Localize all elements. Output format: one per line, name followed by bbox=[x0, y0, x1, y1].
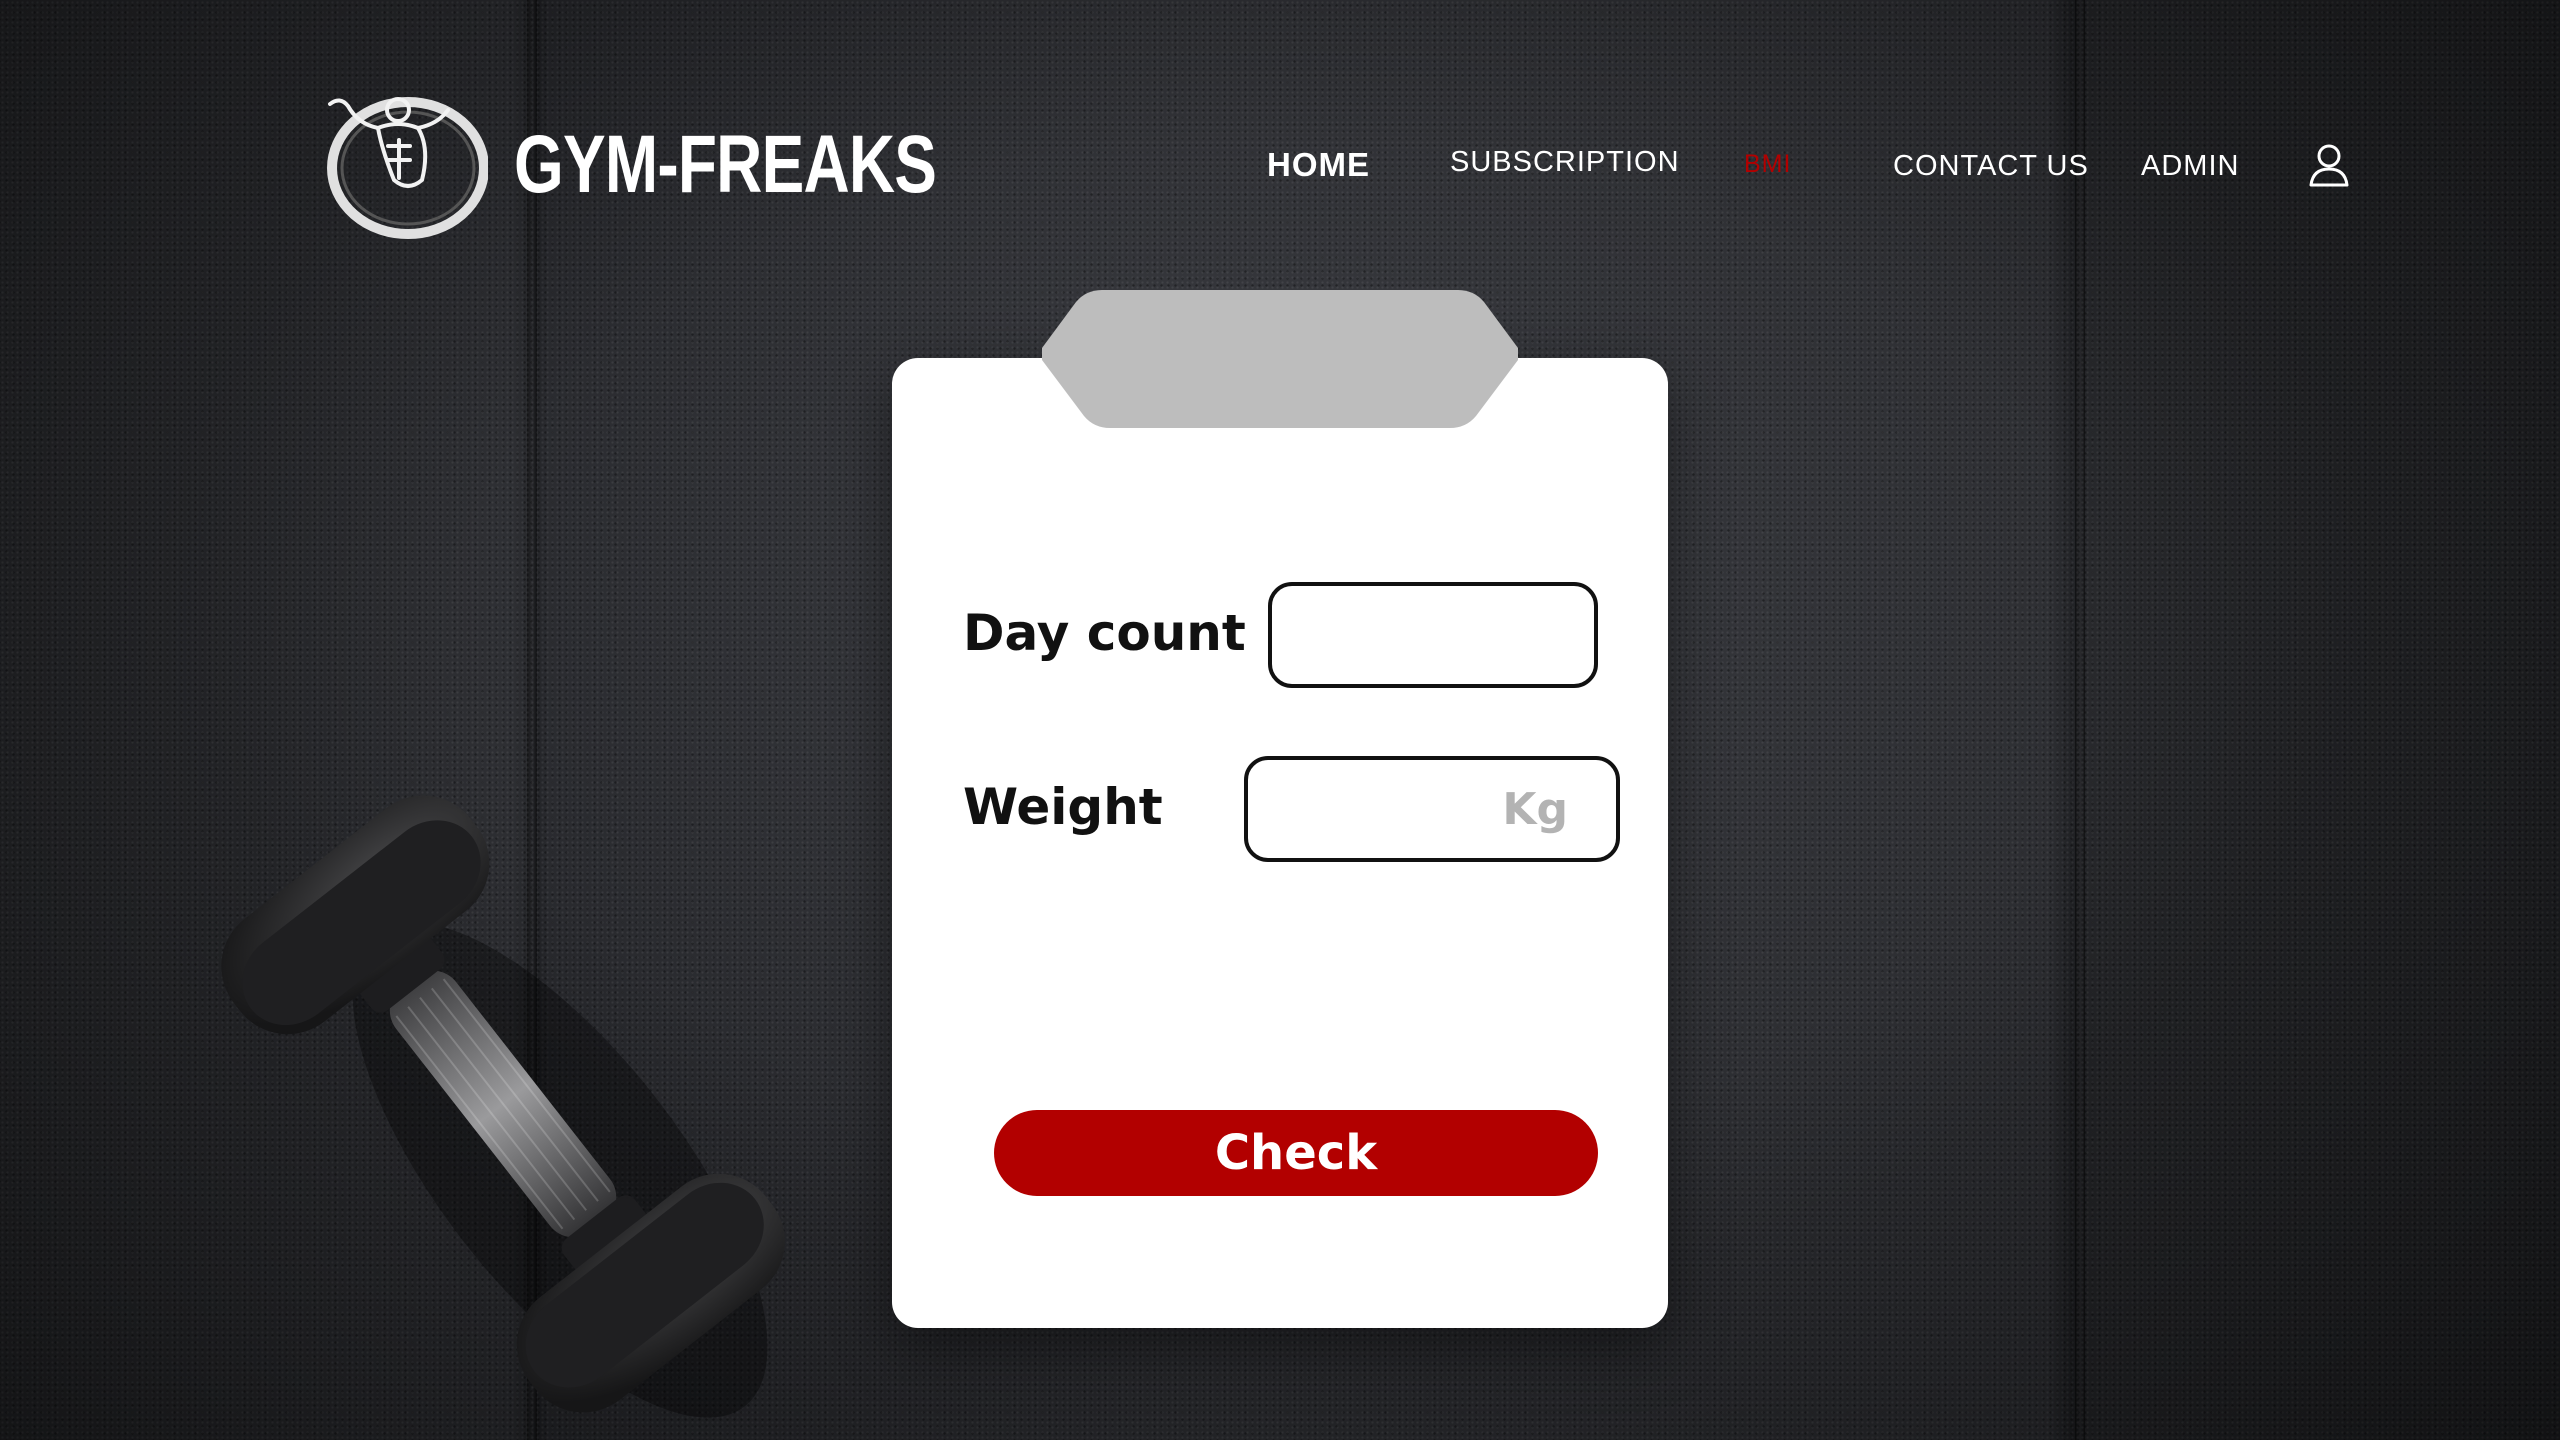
nav-subscription[interactable]: SUBSCRIPTION bbox=[1450, 146, 1680, 179]
nav-contact-us[interactable]: CONTACT US bbox=[1893, 150, 2089, 183]
page-background: GYM-FREAKS HOME SUBSCRIPTION BMI CONTACT… bbox=[0, 0, 2560, 1440]
nav-bmi[interactable]: BMI bbox=[1744, 150, 1791, 179]
nav-home[interactable]: HOME bbox=[1267, 146, 1370, 184]
check-button[interactable]: Check bbox=[994, 1110, 1598, 1196]
day-count-input[interactable] bbox=[1268, 582, 1598, 688]
user-icon[interactable] bbox=[2309, 143, 2349, 187]
nav-admin[interactable]: ADMIN bbox=[2141, 150, 2239, 183]
weight-label: Weight bbox=[963, 778, 1163, 836]
main-nav: HOME SUBSCRIPTION BMI CONTACT US ADMIN bbox=[0, 146, 2560, 186]
dumbbell-image bbox=[221, 795, 785, 1418]
day-count-label: Day count bbox=[963, 604, 1246, 662]
floor-seam bbox=[2075, 0, 2085, 1440]
clipboard-clip bbox=[1042, 290, 1518, 428]
weight-input[interactable] bbox=[1244, 756, 1620, 862]
